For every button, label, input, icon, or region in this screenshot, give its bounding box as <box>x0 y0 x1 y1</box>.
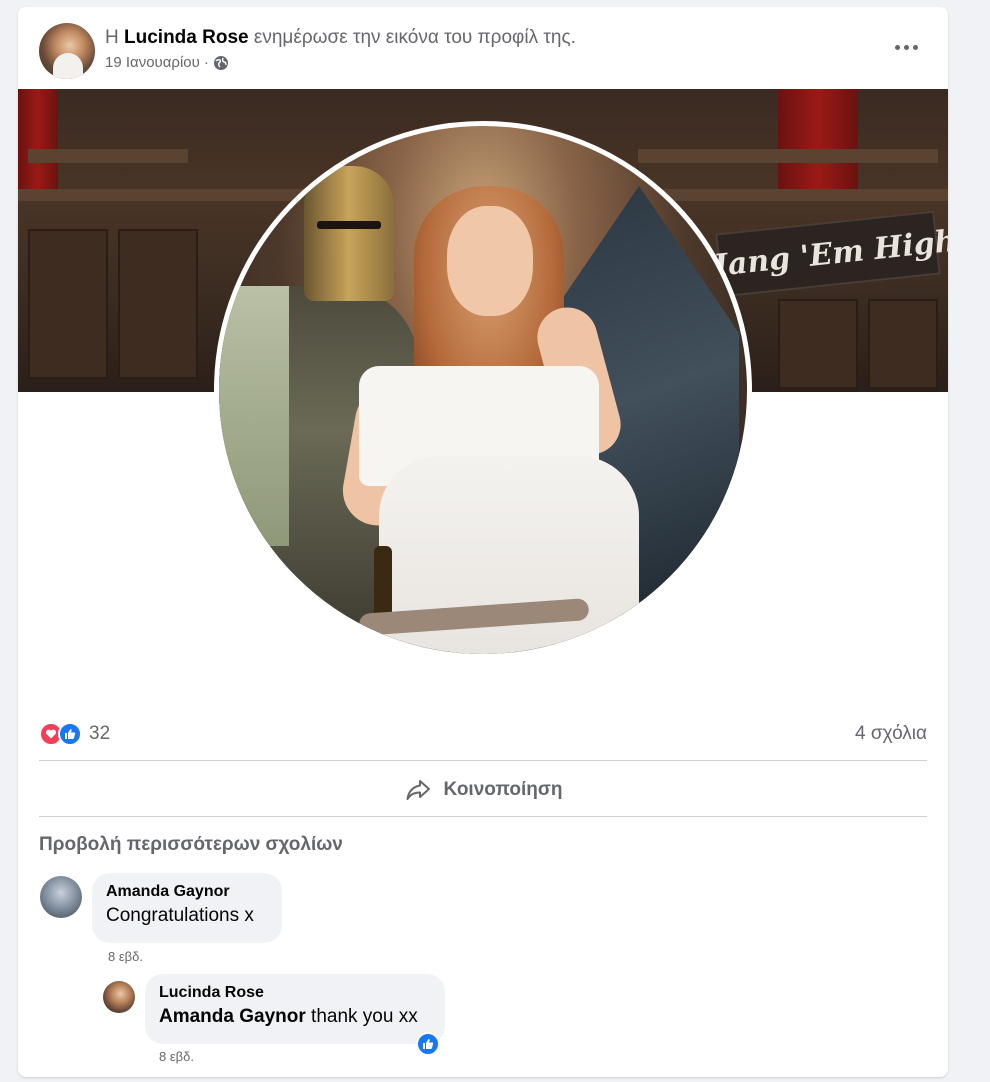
wood-panel <box>28 229 108 379</box>
share-label: Κοινοποίηση <box>443 779 563 800</box>
comment-count-link[interactable]: 4 σχόλια <box>855 723 927 745</box>
wood-panel <box>118 229 198 379</box>
divider <box>39 760 927 761</box>
reactions-summary[interactable]: 32 <box>39 722 110 746</box>
share-button[interactable]: Κοινοποίηση <box>39 764 927 816</box>
post-date[interactable]: 19 Ιανουαρίου <box>105 54 200 71</box>
post-stats: 32 4 σχόλια <box>39 709 927 759</box>
profile-picture[interactable] <box>214 121 752 659</box>
commenter-avatar[interactable] <box>40 876 82 918</box>
reply-timestamp[interactable]: 8 εβδ. <box>159 1049 194 1064</box>
cover-sign: Hang 'Em High <box>698 210 948 298</box>
comment-bubble: Amanda Gaynor Congratulations x <box>92 873 282 943</box>
reply-avatar[interactable] <box>103 981 135 1013</box>
comment-text: Congratulations x <box>106 905 254 926</box>
post-meta: 19 Ιανουαρίου · <box>105 54 229 71</box>
shelf <box>28 149 188 163</box>
mention-link[interactable]: Amanda Gaynor <box>159 1006 306 1027</box>
header-prefix: Η <box>105 27 119 48</box>
author-name-link[interactable]: Lucinda Rose <box>124 27 249 48</box>
comment-timestamp[interactable]: 8 εβδ. <box>108 949 143 964</box>
share-arrow-icon <box>404 776 432 804</box>
header-action-text: ενημέρωσε την εικόνα του προφίλ της. <box>253 27 576 48</box>
sign-text: Hang 'Em High <box>697 223 948 285</box>
meta-separator: · <box>203 54 209 71</box>
knight-visor <box>317 221 381 229</box>
like-reaction-icon <box>58 722 82 746</box>
reply-bubble: Lucinda Rose Amanda Gaynor thank you xx <box>145 974 445 1044</box>
author-avatar[interactable] <box>39 23 95 79</box>
post-header-text: Η Lucinda Rose ενημέρωσε την εικόνα του … <box>105 27 576 49</box>
reply-author-link[interactable]: Lucinda Rose <box>159 984 431 1002</box>
view-more-comments-link[interactable]: Προβολή περισσότερων σχολίων <box>39 834 343 856</box>
bride-face <box>447 206 533 316</box>
reaction-count: 32 <box>89 723 111 744</box>
post-header: Η Lucinda Rose ενημέρωσε την εικόνα του … <box>18 7 948 87</box>
reply-text: Amanda Gaynor thank you xx <box>159 1006 431 1028</box>
reply-body: thank you xx <box>311 1006 418 1027</box>
post-card: Η Lucinda Rose ενημέρωσε την εικόνα του … <box>18 7 948 1077</box>
knight-cape <box>219 286 289 546</box>
like-reaction-icon[interactable] <box>416 1032 440 1056</box>
curtain <box>778 89 858 189</box>
curtain <box>18 89 58 189</box>
wood-panel <box>778 299 858 389</box>
more-options-icon[interactable] <box>888 33 924 61</box>
globe-icon <box>213 55 229 71</box>
knight-helmet <box>304 166 394 301</box>
comment-author-link[interactable]: Amanda Gaynor <box>106 883 268 901</box>
divider <box>39 816 927 817</box>
wood-panel <box>868 299 938 389</box>
shelf <box>638 149 938 163</box>
